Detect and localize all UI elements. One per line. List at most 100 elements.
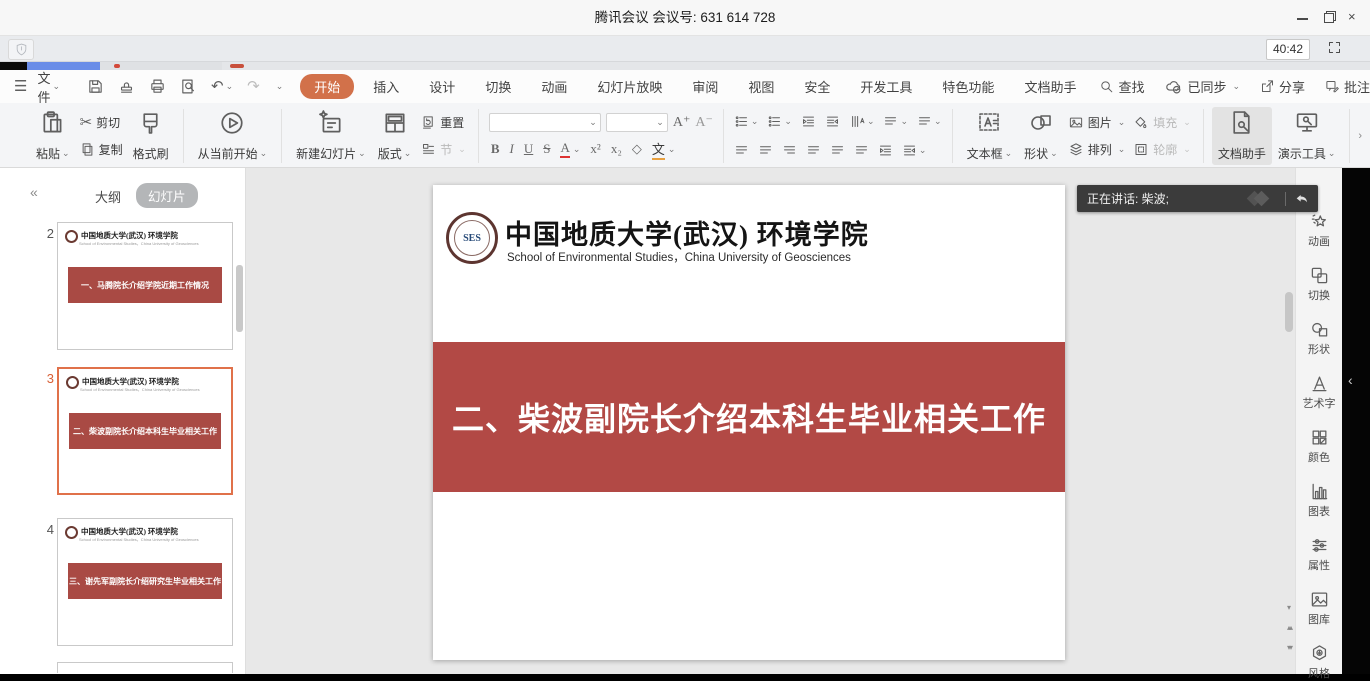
bold-button[interactable]: B (491, 141, 500, 157)
restore-button[interactable] (1322, 12, 1336, 24)
panel-scrollbar-thumb[interactable] (236, 265, 243, 332)
doc-assistant-button[interactable]: 文档助手 (1212, 107, 1272, 165)
italic-button[interactable]: I (510, 141, 514, 157)
save-button[interactable] (87, 78, 104, 95)
hamburger-icon[interactable]: ☰ (14, 79, 27, 94)
section-button[interactable]: 节⌄ (421, 141, 466, 158)
ribbon-tab-开发工具[interactable]: 开发工具 (845, 74, 927, 99)
ribbon-tab-特色功能[interactable]: 特色功能 (927, 74, 1009, 99)
tab-slides[interactable]: 幻灯片 (136, 183, 198, 208)
font-size-select[interactable]: ⌄ (606, 113, 668, 132)
ribbon-tab-设计[interactable]: 设计 (414, 74, 470, 99)
textbox-button[interactable]: 文本框⌄ (961, 107, 1019, 165)
reply-icon[interactable] (1294, 191, 1310, 207)
file-menu-button[interactable]: 文件 ⌄ (37, 68, 60, 106)
comment-button[interactable]: 批注 (1317, 77, 1370, 96)
sidebar-tool-风格[interactable]: 风格 (1308, 644, 1330, 681)
paste-button[interactable]: 粘贴⌄ (30, 107, 76, 165)
cut-button[interactable]: ✂剪切 (80, 114, 123, 131)
sidebar-tool-艺术字[interactable]: 艺术字 (1303, 374, 1336, 411)
superscript-button[interactable]: x² (590, 141, 600, 157)
justify-button[interactable] (806, 143, 821, 158)
ribbon-tab-切换[interactable]: 切换 (470, 74, 526, 99)
align-left-button[interactable] (734, 143, 749, 158)
print-button[interactable] (149, 78, 166, 95)
close-button[interactable]: × (1348, 12, 1362, 24)
slide-thumbnail-2[interactable]: 中国地质大学(武汉) 环境学院School of Environmental S… (57, 222, 233, 350)
expand-panel-handle[interactable]: ‹ (1348, 372, 1353, 388)
undo-button[interactable]: ↶⌄ (211, 79, 233, 94)
picture-button[interactable]: 图片⌄ (1068, 114, 1126, 131)
strikethrough-button[interactable]: S (543, 141, 550, 157)
slide-thumbnail-4[interactable]: 中国地质大学(武汉) 环境学院School of Environmental S… (57, 518, 233, 646)
ribbon-tab-视图[interactable]: 视图 (733, 74, 789, 99)
align-right-button[interactable] (782, 143, 797, 158)
decrease-font-button[interactable]: A⁻ (695, 114, 713, 131)
present-tools-button[interactable]: 演示工具⌄ (1272, 107, 1342, 165)
ribbon-tab-文档助手[interactable]: 文档助手 (1009, 74, 1091, 99)
format-painter-button[interactable]: 格式刷 (127, 107, 175, 165)
customize-quickbar-button[interactable]: ⌄ (274, 81, 284, 92)
line-spacing-button[interactable]: ⌄ (917, 114, 942, 129)
bullet-list-button[interactable]: ⌄ (734, 114, 759, 129)
increase-indent-button[interactable] (825, 114, 840, 129)
increase-font-button[interactable]: A⁺ (673, 114, 691, 131)
copy-button[interactable]: 复制 (80, 141, 123, 158)
minimize-button[interactable] (1296, 12, 1310, 24)
distribute-button[interactable] (830, 143, 845, 158)
new-slide-button[interactable]: 新建幻灯片⌄ (290, 107, 372, 165)
toolbar-overflow-button[interactable]: › (1358, 107, 1362, 165)
redo-button[interactable]: ↷ (247, 79, 260, 94)
phonetic-guide-button[interactable]: 文 (652, 139, 665, 160)
slide-thumbnail-3[interactable]: 中国地质大学(武汉) 环境学院School of Environmental S… (57, 367, 233, 495)
scroll-down-button[interactable]: ▾ (1283, 604, 1295, 611)
numbered-list-button[interactable]: ⌄ (767, 114, 792, 129)
text-direction-button[interactable]: ⌄ (849, 114, 875, 129)
layout-button[interactable]: 版式⌄ (372, 107, 418, 165)
sidebar-tool-动画[interactable]: 动画 (1308, 212, 1330, 249)
sidebar-tool-形状[interactable]: 形状 (1308, 320, 1330, 357)
font-name-select[interactable]: ⌄ (489, 113, 601, 132)
sidebar-tool-切换[interactable]: 切换 (1308, 266, 1330, 303)
reset-button[interactable]: 重置 (421, 114, 466, 131)
ribbon-tab-审阅[interactable]: 审阅 (677, 74, 733, 99)
sidebar-tool-属性[interactable]: 属性 (1308, 536, 1330, 573)
share-button[interactable]: 分享 (1252, 77, 1313, 96)
ribbon-tab-幻灯片放映[interactable]: 幻灯片放映 (582, 74, 677, 99)
fill-button[interactable]: 填充⌄ (1133, 114, 1191, 131)
indent-right-button[interactable]: ⌄ (902, 143, 927, 158)
meeting-security-button[interactable] (8, 39, 34, 60)
ribbon-tab-插入[interactable]: 插入 (358, 74, 414, 99)
canvas-scrollbar-thumb[interactable] (1285, 292, 1293, 332)
subscript-button[interactable]: x₂ (611, 141, 622, 157)
next-slide-button[interactable]: ▾▾ (1283, 644, 1295, 651)
align-center-button[interactable] (758, 143, 773, 158)
previous-slide-button[interactable]: ▴▴ (1283, 624, 1295, 631)
sidebar-tool-颜色[interactable]: 颜色 (1308, 428, 1330, 465)
shapes-button[interactable]: 形状⌄ (1018, 107, 1064, 165)
arrange-button[interactable]: 排列⌄ (1068, 141, 1126, 158)
sidebar-tool-图表[interactable]: 图表 (1308, 482, 1330, 519)
fullscreen-button[interactable] (1327, 40, 1342, 55)
panel-collapse-button[interactable]: « (30, 184, 38, 200)
ribbon-tab-开始[interactable]: 开始 (300, 74, 354, 99)
ribbon-tab-安全[interactable]: 安全 (789, 74, 845, 99)
tab-outline[interactable]: 大纲 (95, 187, 121, 206)
find-button[interactable]: 查找 (1091, 77, 1152, 96)
sync-status-button[interactable]: 已同步 ⌄ (1156, 77, 1248, 96)
paragraph-dialog-button[interactable]: ⌄ (883, 114, 908, 129)
clear-format-button[interactable]: ◇ (632, 141, 642, 157)
outline-button[interactable]: 轮廓⌄ (1133, 141, 1191, 158)
export-button[interactable] (118, 78, 135, 95)
indent-left-button[interactable] (878, 143, 893, 158)
columns-button[interactable] (854, 143, 869, 158)
sidebar-tool-图库[interactable]: 图库 (1308, 590, 1330, 627)
ribbon-tab-动画[interactable]: 动画 (526, 74, 582, 99)
font-color-button[interactable]: A (560, 140, 569, 158)
print-preview-button[interactable] (180, 78, 197, 95)
play-from-current-button[interactable]: 从当前开始⌄ (192, 107, 274, 165)
slide-thumbnail-partial[interactable] (57, 662, 233, 673)
main-slide[interactable]: SES 中国地质大学(武汉) 环境学院 School of Environmen… (433, 185, 1065, 660)
decrease-indent-button[interactable] (801, 114, 816, 129)
underline-button[interactable]: U (524, 141, 533, 157)
